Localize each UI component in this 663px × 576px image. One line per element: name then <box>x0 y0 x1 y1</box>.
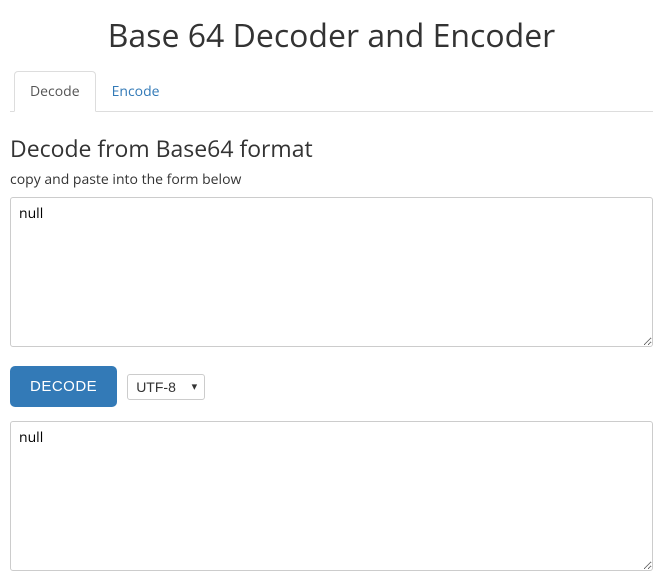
section-heading: Decode from Base64 format <box>10 132 653 164</box>
input-textarea[interactable] <box>10 197 653 347</box>
charset-select-wrap: UTF-8 <box>127 374 205 400</box>
instruction-text: copy and paste into the form below <box>10 170 653 189</box>
output-textarea[interactable] <box>10 421 653 571</box>
controls-row: DECODE UTF-8 <box>10 366 653 407</box>
page-title: Base 64 Decoder and Encoder <box>10 14 653 57</box>
decode-button[interactable]: DECODE <box>10 366 117 407</box>
tab-bar: Decode Encode <box>10 71 653 112</box>
tab-encode[interactable]: Encode <box>96 71 176 112</box>
charset-select[interactable]: UTF-8 <box>127 374 205 400</box>
tab-decode[interactable]: Decode <box>14 71 96 112</box>
